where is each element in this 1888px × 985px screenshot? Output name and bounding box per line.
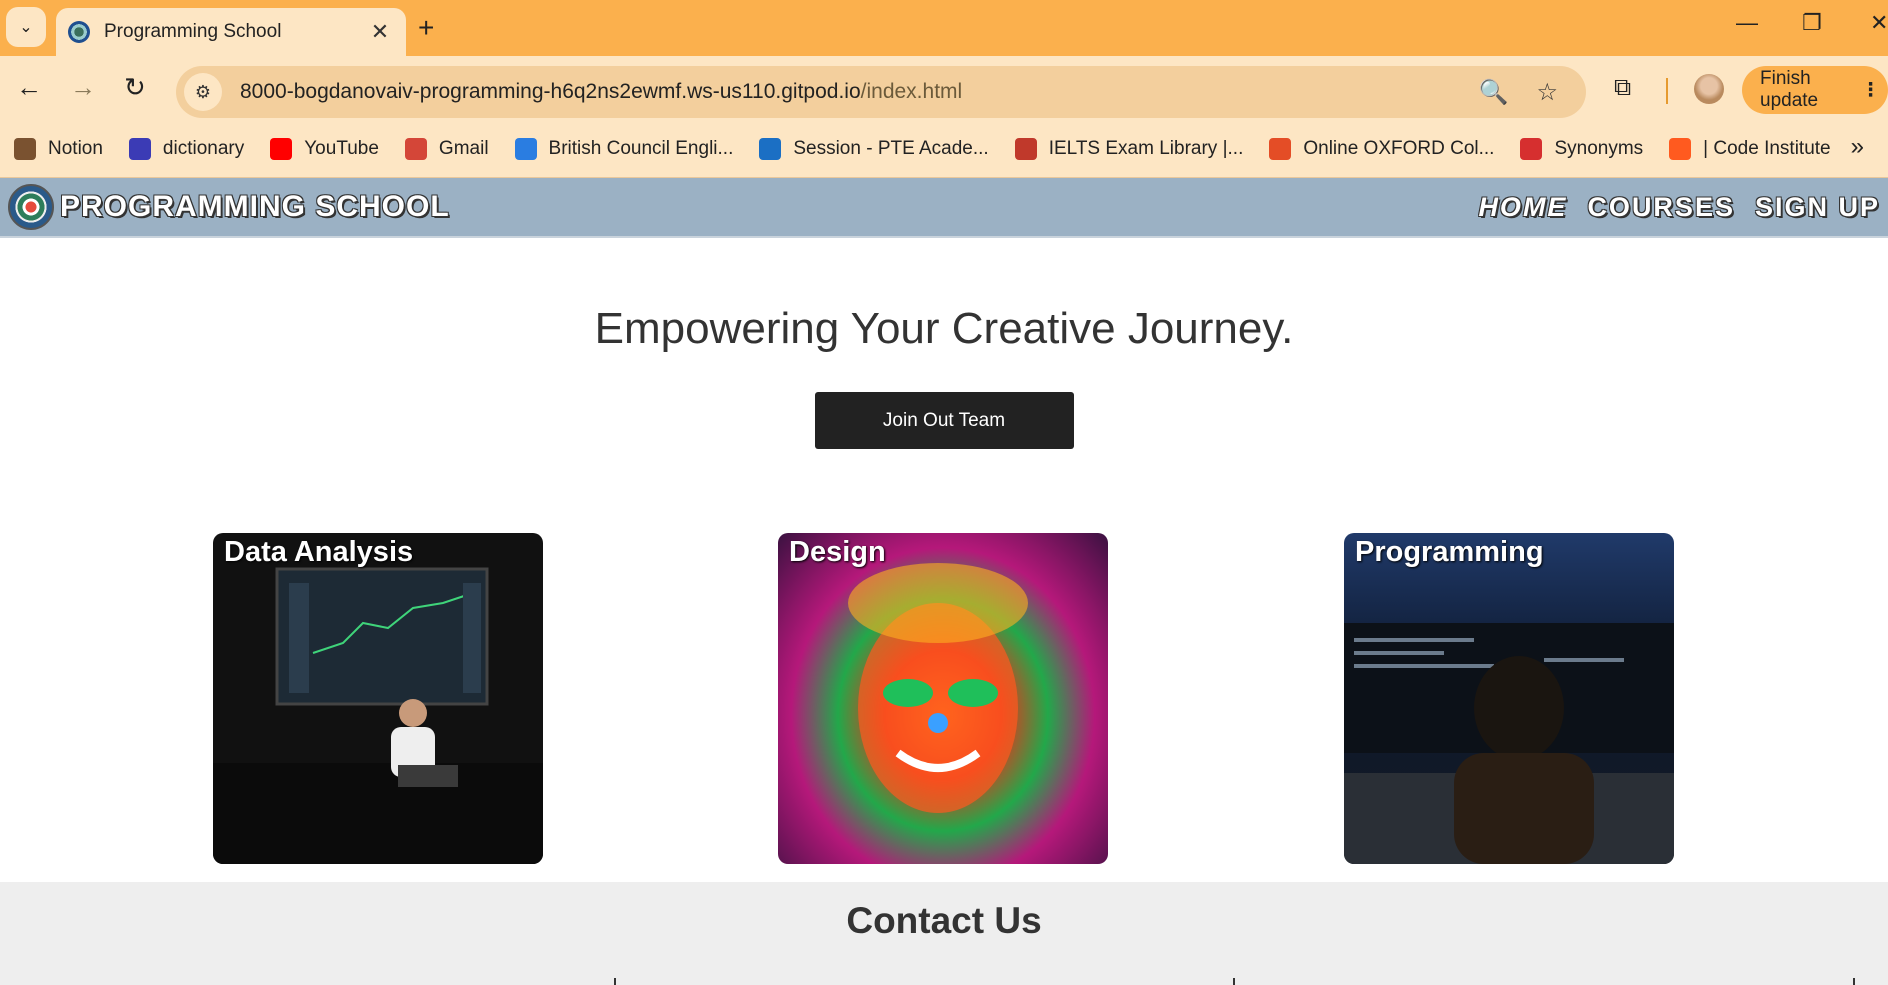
address-bar[interactable]: ⚙ 8000-bogdanovaiv-programming-h6q2ns2ew…	[176, 66, 1586, 118]
card-data-analysis[interactable]: Data Analysis	[213, 533, 543, 864]
url-text[interactable]: 8000-bogdanovaiv-programming-h6q2ns2ewmf…	[240, 80, 1479, 104]
card-programming[interactable]: Programming	[1344, 533, 1674, 864]
divider	[1853, 978, 1855, 985]
gmail-icon	[404, 137, 427, 160]
finish-update-button[interactable]: Finish update ⋮	[1742, 66, 1888, 114]
bookmark-label: YouTube	[304, 137, 379, 159]
chevron-down-icon: ⌄	[19, 19, 33, 36]
bookmark-star-icon[interactable]: ☆	[1536, 78, 1558, 107]
browser-tab[interactable]: Programming School ✕	[56, 8, 406, 56]
code-institute-icon	[1669, 137, 1692, 160]
join-team-button[interactable]: Join Out Team	[814, 392, 1074, 449]
bookmark-item[interactable]: | Code Institute	[1669, 137, 1831, 160]
bookmark-label: Online OXFORD Col...	[1303, 137, 1495, 159]
contact-section: Contact Us	[0, 882, 1888, 985]
back-icon[interactable]: ←	[16, 72, 42, 103]
design-image	[848, 563, 1028, 813]
card-label: Data Analysis	[224, 536, 414, 568]
youtube-icon	[270, 137, 293, 160]
hero-section: Empowering Your Creative Journey. Join O…	[0, 238, 1888, 449]
dictionary-icon	[128, 137, 151, 160]
tab-title: Programming School	[104, 21, 282, 42]
pte-icon	[759, 137, 782, 160]
contact-title: Contact Us	[846, 900, 1042, 941]
data-analysis-image	[213, 567, 543, 864]
nav-courses[interactable]: COURSES	[1587, 192, 1735, 223]
ielts-icon	[1014, 137, 1037, 160]
restore-icon[interactable]: ❐	[1802, 10, 1822, 36]
forward-icon[interactable]: →	[70, 72, 96, 103]
bookmark-label: IELTS Exam Library |...	[1048, 137, 1244, 159]
site-favicon-icon	[68, 21, 90, 43]
bookmark-item[interactable]: YouTube	[270, 137, 379, 160]
bookmark-item[interactable]: dictionary	[128, 137, 245, 160]
divider	[614, 978, 616, 985]
brand-title[interactable]: PROGRAMMING SCHOOL	[60, 190, 450, 224]
bookmark-label: British Council Engli...	[548, 137, 734, 159]
bookmark-item[interactable]: British Council Engli...	[514, 137, 734, 160]
url-path: /index.html	[860, 80, 963, 103]
school-logo-icon[interactable]	[8, 184, 54, 230]
bookmark-item[interactable]: IELTS Exam Library |...	[1014, 137, 1244, 160]
minimize-icon[interactable]: —	[1736, 10, 1758, 36]
close-window-icon[interactable]: ✕	[1870, 10, 1888, 36]
synonyms-icon	[1520, 137, 1543, 160]
browser-tab-strip: ⌄ Programming School ✕ + — ❐ ✕	[0, 0, 1888, 56]
bookmark-label: dictionary	[162, 137, 245, 159]
new-tab-icon[interactable]: +	[418, 12, 434, 44]
divider	[1233, 978, 1235, 985]
close-tab-icon[interactable]: ✕	[366, 19, 394, 45]
url-host: 8000-bogdanovaiv-programming-h6q2ns2ewmf…	[240, 80, 861, 103]
british-council-icon	[514, 137, 537, 160]
bookmark-label: | Code Institute	[1703, 137, 1831, 159]
zoom-icon[interactable]: 🔍	[1479, 78, 1509, 107]
site-header: PROGRAMMING SCHOOL HOME COURSES SIGN UP	[0, 178, 1888, 238]
tab-search-button[interactable]: ⌄	[6, 7, 46, 47]
finish-update-label: Finish update	[1760, 68, 1819, 111]
browser-toolbar: ← → ↻ ⚙ 8000-bogdanovaiv-programming-h6q…	[0, 56, 1888, 120]
bookmark-item[interactable]: Online OXFORD Col...	[1269, 137, 1495, 160]
menu-dots-icon: ⋮	[1861, 79, 1880, 101]
more-bookmarks-icon[interactable]: »	[1851, 133, 1864, 161]
bookmark-label: Synonyms	[1554, 137, 1644, 159]
bookmark-item[interactable]: Gmail	[404, 137, 489, 160]
bookmark-item[interactable]: Synonyms	[1520, 137, 1644, 160]
hero-title: Empowering Your Creative Journey.	[594, 304, 1294, 353]
nav-sign-up[interactable]: SIGN UP	[1755, 192, 1880, 223]
site-info-icon[interactable]: ⚙	[184, 73, 222, 111]
nav-home[interactable]: HOME	[1478, 192, 1567, 223]
bookmark-label: Gmail	[438, 137, 489, 159]
bookmark-item[interactable]: Notion	[14, 137, 103, 160]
reload-icon[interactable]: ↻	[124, 72, 146, 103]
notion-icon	[14, 137, 36, 160]
card-label: Programming	[1355, 536, 1544, 568]
bookmarks-bar: Notion dictionary YouTube Gmail British Coun…	[0, 120, 1888, 178]
card-label: Design	[789, 536, 886, 568]
bookmark-item[interactable]: Session - PTE Acade...	[759, 137, 989, 160]
extensions-icon[interactable]: ⧉	[1614, 74, 1631, 102]
course-cards: Data Analysis Design Programming	[0, 533, 1888, 864]
main-nav: HOME COURSES SIGN UP	[1458, 192, 1880, 223]
programming-image	[1344, 623, 1674, 864]
card-design[interactable]: Design	[778, 533, 1108, 864]
toolbar-divider	[1666, 78, 1668, 104]
oxford-icon	[1269, 137, 1292, 160]
bookmark-label: Session - PTE Acade...	[793, 137, 989, 159]
profile-avatar[interactable]	[1694, 74, 1724, 104]
bookmark-label: Notion	[48, 137, 103, 159]
